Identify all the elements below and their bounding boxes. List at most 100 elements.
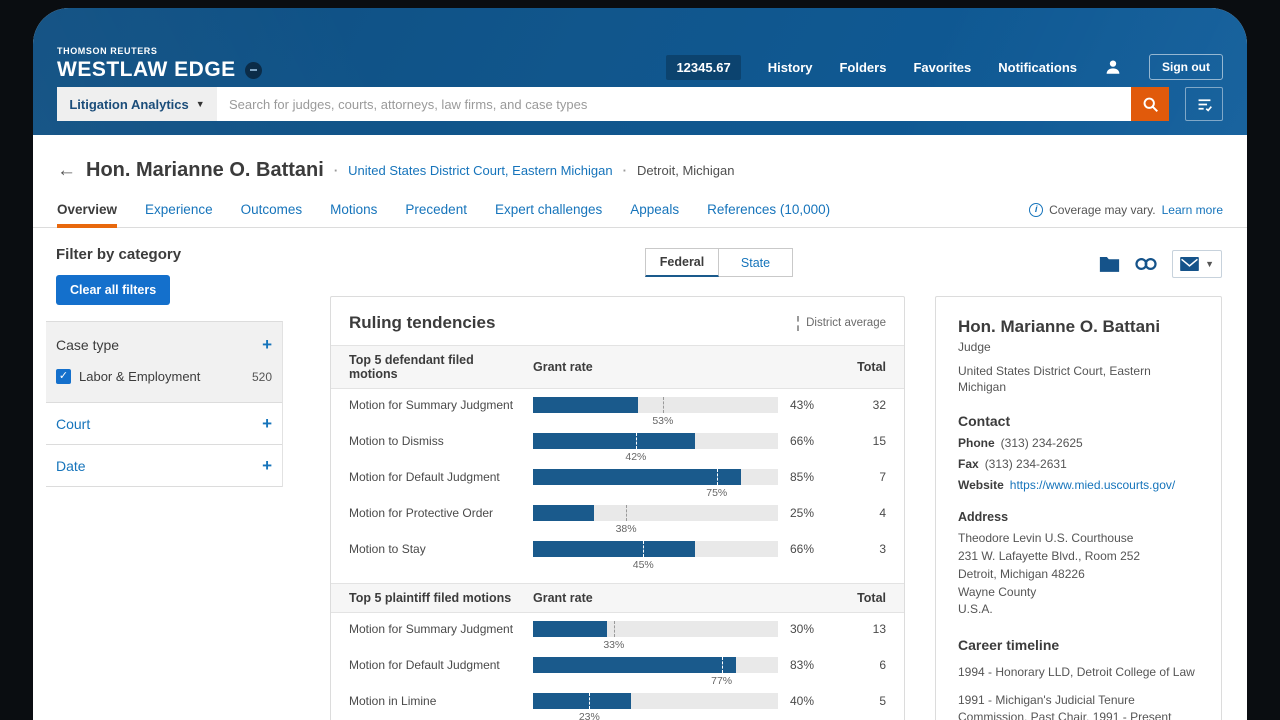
grant-rate-value: 40% [790,693,838,709]
expand-plus-icon[interactable]: + [262,457,272,474]
toggle-federal[interactable]: Federal [645,248,719,277]
grant-rate-bar: 42% [533,433,778,465]
document-actions: ▼ [1099,250,1222,278]
district-average-value: 53% [652,415,673,427]
motion-row: Motion for Default Judgment77%83%6 [331,649,904,685]
district-average-value: 23% [579,711,600,720]
motion-label: Motion in Limine [349,693,521,709]
address-block: Theodore Levin U.S. Courthouse231 W. Laf… [958,530,1199,619]
court-link[interactable]: United States District Court, Eastern Mi… [348,163,612,178]
search-bar: Litigation Analytics ▼ [57,87,1223,121]
tab-outcomes[interactable]: Outcomes [241,196,303,227]
brand-company: THOMSON REUTERS [57,46,262,56]
motion-row: Motion for Summary Judgment 53% 43% 32 [331,389,904,425]
district-average-value: 38% [616,523,637,535]
filter-item-labor-employment[interactable]: ✓ Labor & Employment 520 [46,365,282,396]
tab-references-10-000-[interactable]: References (10,000) [707,196,830,227]
search-input[interactable] [217,87,1131,121]
coverage-note: i Coverage may vary. Learn more [1029,203,1223,227]
back-arrow-icon[interactable]: ← [57,161,76,180]
coverage-note-text: Coverage may vary. [1049,203,1155,217]
checkbox-checked[interactable]: ✓ [56,369,71,384]
district-average-marker [663,397,664,413]
search-scope-dropdown[interactable]: Litigation Analytics ▼ [57,87,217,121]
dot-separator: · [334,163,338,178]
info-icon[interactable]: i [1029,203,1043,217]
grant-rate-value: 83% [790,657,838,673]
user-account-icon[interactable] [1104,58,1122,76]
judge-location: Detroit, Michigan [637,163,735,178]
filter-section-date: Date + [46,445,282,487]
expand-plus-icon[interactable]: + [262,336,272,353]
tab-overview[interactable]: Overview [57,196,117,227]
envelope-icon [1180,257,1199,271]
total-value: 32 [850,397,886,413]
total-value: 3 [850,541,886,557]
district-average-value: 45% [633,559,654,571]
district-average-marker [636,433,637,449]
toggle-state[interactable]: State [719,248,793,277]
nav-item-notifications[interactable]: Notifications [998,60,1077,75]
learn-more-link[interactable]: Learn more [1162,203,1223,217]
contact-title: Contact [958,413,1199,429]
career-timeline: 1994 - Honorary LLD, Detroit College of … [958,664,1199,720]
expand-plus-icon[interactable]: + [262,415,272,432]
motion-row: Motion in Limine23%40%5 [331,685,904,720]
filter-title: Filter by category [46,246,283,263]
motion-label: Motion to Stay [349,541,521,557]
grant-rate-value: 43% [790,397,838,413]
filter-sidebar: Filter by category Clear all filters Cas… [46,246,283,487]
email-dropdown-button[interactable]: ▼ [1172,250,1222,278]
motion-row: Motion to Dismiss42%66%15 [331,425,904,461]
motion-row: Motion for Protective Order38%25%4 [331,497,904,533]
filter-item-count: 520 [252,370,272,384]
federal-state-toggle: FederalState [645,248,793,277]
sign-out-button[interactable]: Sign out [1149,54,1223,80]
search-preferences-button[interactable] [1185,87,1223,121]
utility-nav: 12345.67 History Folders Favorites Notifica… [666,54,1223,80]
chart-group-header: Top 5 plaintiff filed motionsGrant rateT… [331,583,904,613]
district-average-legend: District average [797,316,886,331]
clear-all-filters-button[interactable]: Clear all filters [56,275,170,305]
website-link[interactable]: https://www.mied.uscourts.gov/ [1010,478,1175,492]
tab-precedent[interactable]: Precedent [405,196,467,227]
date-section-label[interactable]: Date [56,458,86,474]
motion-label: Motion for Summary Judgment [349,621,521,637]
tab-expert-challenges[interactable]: Expert challenges [495,196,602,227]
tab-appeals[interactable]: Appeals [630,196,679,227]
utility-nav-links: History Folders Favorites Notifications [768,60,1077,75]
motion-label: Motion to Dismiss [349,433,521,449]
link-icon[interactable] [1134,256,1158,272]
nav-item-folders[interactable]: Folders [839,60,886,75]
search-button[interactable] [1131,87,1169,121]
district-average-marker [722,657,723,673]
folder-icon[interactable] [1099,255,1120,273]
ruling-tendencies-panel: Ruling tendencies District average Top 5… [330,296,905,720]
total-value: 7 [850,469,886,485]
grant-rate-value: 25% [790,505,838,521]
career-title: Career timeline [958,637,1199,653]
grant-rate-value: 30% [790,621,838,637]
client-id-badge[interactable]: 12345.67 [666,55,740,80]
search-scope-label: Litigation Analytics [69,97,188,112]
nav-item-history[interactable]: History [768,60,813,75]
dashed-line-icon [797,316,799,331]
grant-rate-bar: 33% [533,621,778,653]
contact-website: Websitehttps://www.mied.uscourts.gov/ [958,478,1199,492]
court-section-label[interactable]: Court [56,416,90,432]
app-window: THOMSON REUTERS WESTLAW EDGE 12345.67 Hi… [33,8,1247,720]
tab-experience[interactable]: Experience [145,196,213,227]
filter-item-label: Labor & Employment [79,369,200,384]
grant-rate-bar: 75% [533,469,778,501]
brand-product: WESTLAW EDGE [57,58,236,82]
district-average-marker [643,541,644,557]
district-average-marker [614,621,615,637]
tab-motions[interactable]: Motions [330,196,377,227]
nav-item-favorites[interactable]: Favorites [913,60,971,75]
chart-group-header: Top 5 defendant filed motionsGrant rateT… [331,345,904,389]
profile-role: Judge [958,340,1199,354]
district-average-marker [717,469,718,485]
dot-separator: · [623,163,627,178]
brand-badge-icon[interactable] [245,62,262,79]
motion-label: Motion for Summary Judgment [349,397,521,413]
